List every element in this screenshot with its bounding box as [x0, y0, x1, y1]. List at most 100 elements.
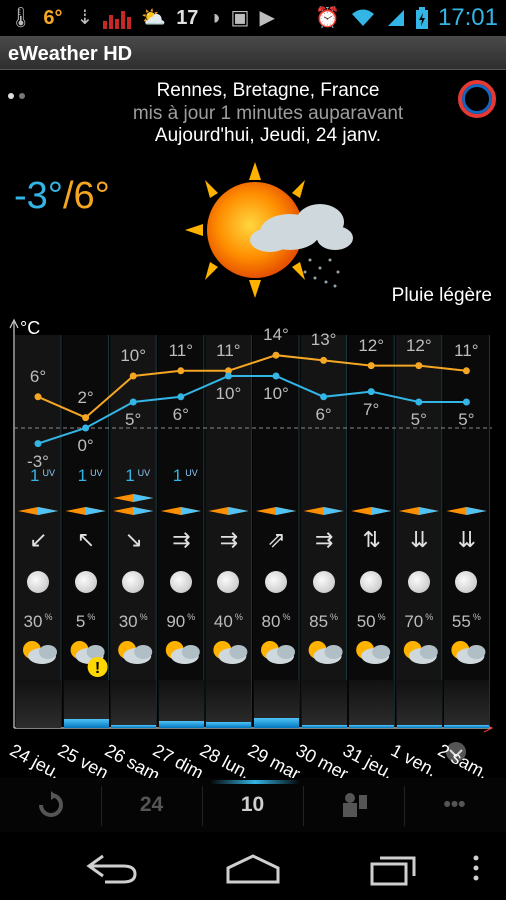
wind-direction-icon: ⇅	[362, 527, 381, 552]
precipitation-percent: 80%	[261, 612, 291, 631]
precipitation-bar-bg	[396, 680, 442, 728]
map-button[interactable]	[303, 778, 404, 832]
weather-cloud-icon	[181, 645, 200, 659]
weather-sun-icon	[451, 641, 470, 659]
min-temp-label: 10°	[263, 384, 289, 403]
precipitation-bar	[396, 725, 442, 728]
weather-sun-icon	[261, 641, 279, 659]
home-icon[interactable]	[224, 852, 282, 886]
max-temp-label: 10°	[120, 346, 147, 365]
precipitation-percent: 90%	[166, 612, 196, 631]
weather-sun-icon	[118, 641, 137, 659]
precipitation-percent: 5%	[75, 612, 96, 631]
precipitation-bar-bg	[111, 680, 157, 728]
weather-cloud-icon	[134, 645, 153, 659]
precipitation-percent: 30%	[23, 612, 53, 631]
min-temp-label: 6°	[315, 404, 332, 424]
active-tab-indicator	[210, 780, 300, 784]
app-title-bar: eWeather HD	[0, 36, 506, 70]
temp-low: -3°	[14, 175, 63, 217]
max-temp-label: 11°	[168, 340, 194, 360]
wind-bar-icon	[351, 507, 392, 515]
wind-direction-icon: ↖	[76, 527, 96, 552]
max-temp-point	[462, 367, 470, 375]
precipitation-bar	[206, 722, 252, 728]
uv-index: 1 UV	[30, 466, 55, 485]
temp-slash: /	[62, 175, 74, 217]
wind-bar-icon	[180, 507, 201, 515]
percent-unit: %	[139, 612, 148, 623]
uv-unit: UV	[90, 468, 103, 478]
weather-cloud-icon	[372, 645, 391, 659]
weather-cloud-icon	[277, 645, 295, 659]
percent-unit: %	[377, 612, 386, 623]
more-button[interactable]: •••	[404, 778, 505, 832]
weather-sun-icon	[356, 641, 375, 659]
weather-sun-icon	[308, 641, 327, 659]
min-temp-label: 5°	[125, 410, 142, 429]
wind-direction-icon: ⇗	[267, 527, 286, 552]
wind-direction-icon: ⇉	[219, 527, 239, 552]
percent-unit: %	[87, 612, 96, 623]
max-temp-point	[129, 372, 137, 380]
wind-bar-icon	[371, 507, 392, 515]
location-label: Rennes, Bretagne, France	[156, 80, 380, 101]
weather-cloud-icon	[408, 648, 437, 664]
moon-phase-icon	[74, 571, 97, 593]
moon-phase-icon	[122, 571, 145, 593]
weather-cloud-icon	[467, 645, 486, 659]
min-temp-label: 0°	[77, 436, 94, 455]
precipitation-bar	[63, 719, 109, 728]
weather-sun-icon	[165, 641, 184, 659]
min-temp-point	[129, 398, 137, 406]
wind-bar-icon	[133, 507, 154, 515]
min-temp-point	[415, 398, 423, 406]
moon-phase-icon	[27, 571, 49, 593]
percent-unit: %	[44, 612, 53, 623]
min-temp-point	[320, 393, 328, 401]
max-temp-point	[367, 362, 375, 370]
max-temp-point	[224, 367, 232, 375]
uv-index: 1 UV	[77, 466, 103, 485]
precipitation-bar-bg	[206, 680, 252, 728]
weather-cloud-icon	[75, 648, 104, 664]
tab-10-days[interactable]: 10	[202, 778, 303, 832]
menu-icon[interactable]	[470, 852, 482, 886]
percent-unit: %	[187, 612, 196, 623]
precipitation-percent: 40%	[213, 612, 243, 631]
back-icon[interactable]	[85, 852, 139, 886]
uv-unit: UV	[137, 468, 151, 478]
max-temp-line	[37, 354, 467, 419]
moon-phase-icon	[407, 571, 430, 593]
max-temp-label: 6°	[29, 366, 47, 386]
tab-24h[interactable]: 24	[101, 778, 202, 832]
weather-cloud-icon	[419, 645, 438, 659]
status-temp: 6°	[43, 6, 63, 29]
weather-cloud-icon	[39, 645, 57, 659]
wind-bar-icon	[228, 507, 249, 515]
wind-bar-icon	[133, 494, 154, 502]
chart-unit-label: °C	[20, 318, 41, 338]
min-temp-point	[34, 440, 42, 448]
bottom-tab-bar: 24 10 •••	[0, 778, 506, 832]
wind-bar-icon	[160, 507, 201, 515]
precipitation-percent: 70%	[404, 612, 434, 631]
condition-label: Pluie légère	[391, 285, 492, 306]
weather-sun-icon	[70, 641, 89, 659]
wind-direction-icon: ⇊	[410, 527, 429, 552]
max-temp-label: 11°	[216, 340, 241, 360]
max-temp-point	[320, 356, 328, 364]
weather-cloud-icon	[229, 645, 248, 659]
status-bar: 🌡 6° ⇣ ⛅ 17 ◑ ▣ ▶ ⏰ 17:01	[0, 0, 506, 36]
min-temp-label: 10°	[215, 384, 242, 403]
min-temp-label: 5°	[458, 410, 475, 429]
max-temp-point	[177, 367, 185, 375]
recent-apps-icon[interactable]	[368, 852, 420, 886]
wind-bar-icon	[398, 507, 439, 515]
refresh-button[interactable]	[0, 778, 101, 832]
weather-cloud-icon	[218, 648, 247, 664]
uv-index: 1 UV	[125, 466, 151, 485]
app-title: eWeather HD	[8, 43, 133, 65]
wind-bar-icon	[276, 507, 296, 515]
precipitation-bar	[444, 725, 490, 728]
